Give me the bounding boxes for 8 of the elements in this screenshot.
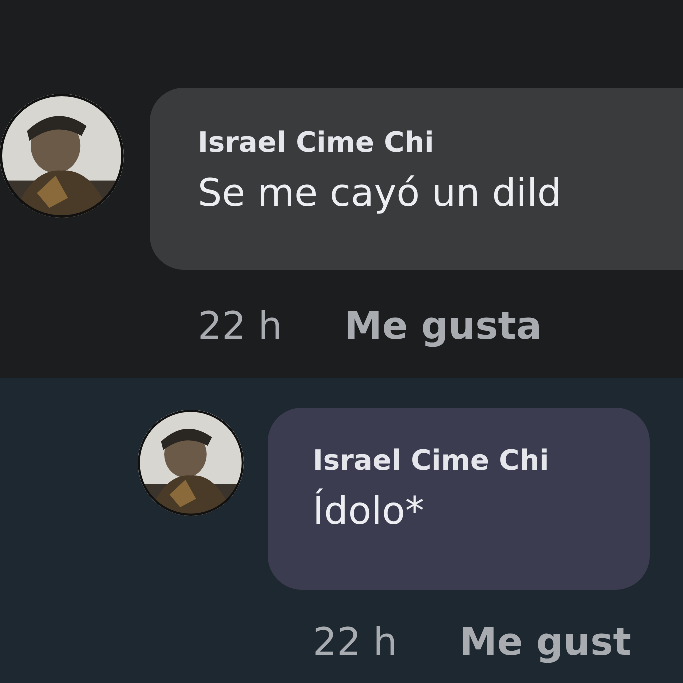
comment-text: Ídolo* <box>313 489 426 533</box>
comment-text: Se me cayó un dild <box>198 171 563 215</box>
author-name[interactable]: Israel Cime Chi <box>198 126 683 159</box>
timestamp: 22 h <box>198 304 283 348</box>
like-link[interactable]: Me gusta <box>344 304 542 348</box>
timestamp: 22 h <box>313 620 398 664</box>
author-name[interactable]: Israel Cime Chi <box>313 444 650 477</box>
like-link[interactable]: Me gust <box>460 620 632 664</box>
